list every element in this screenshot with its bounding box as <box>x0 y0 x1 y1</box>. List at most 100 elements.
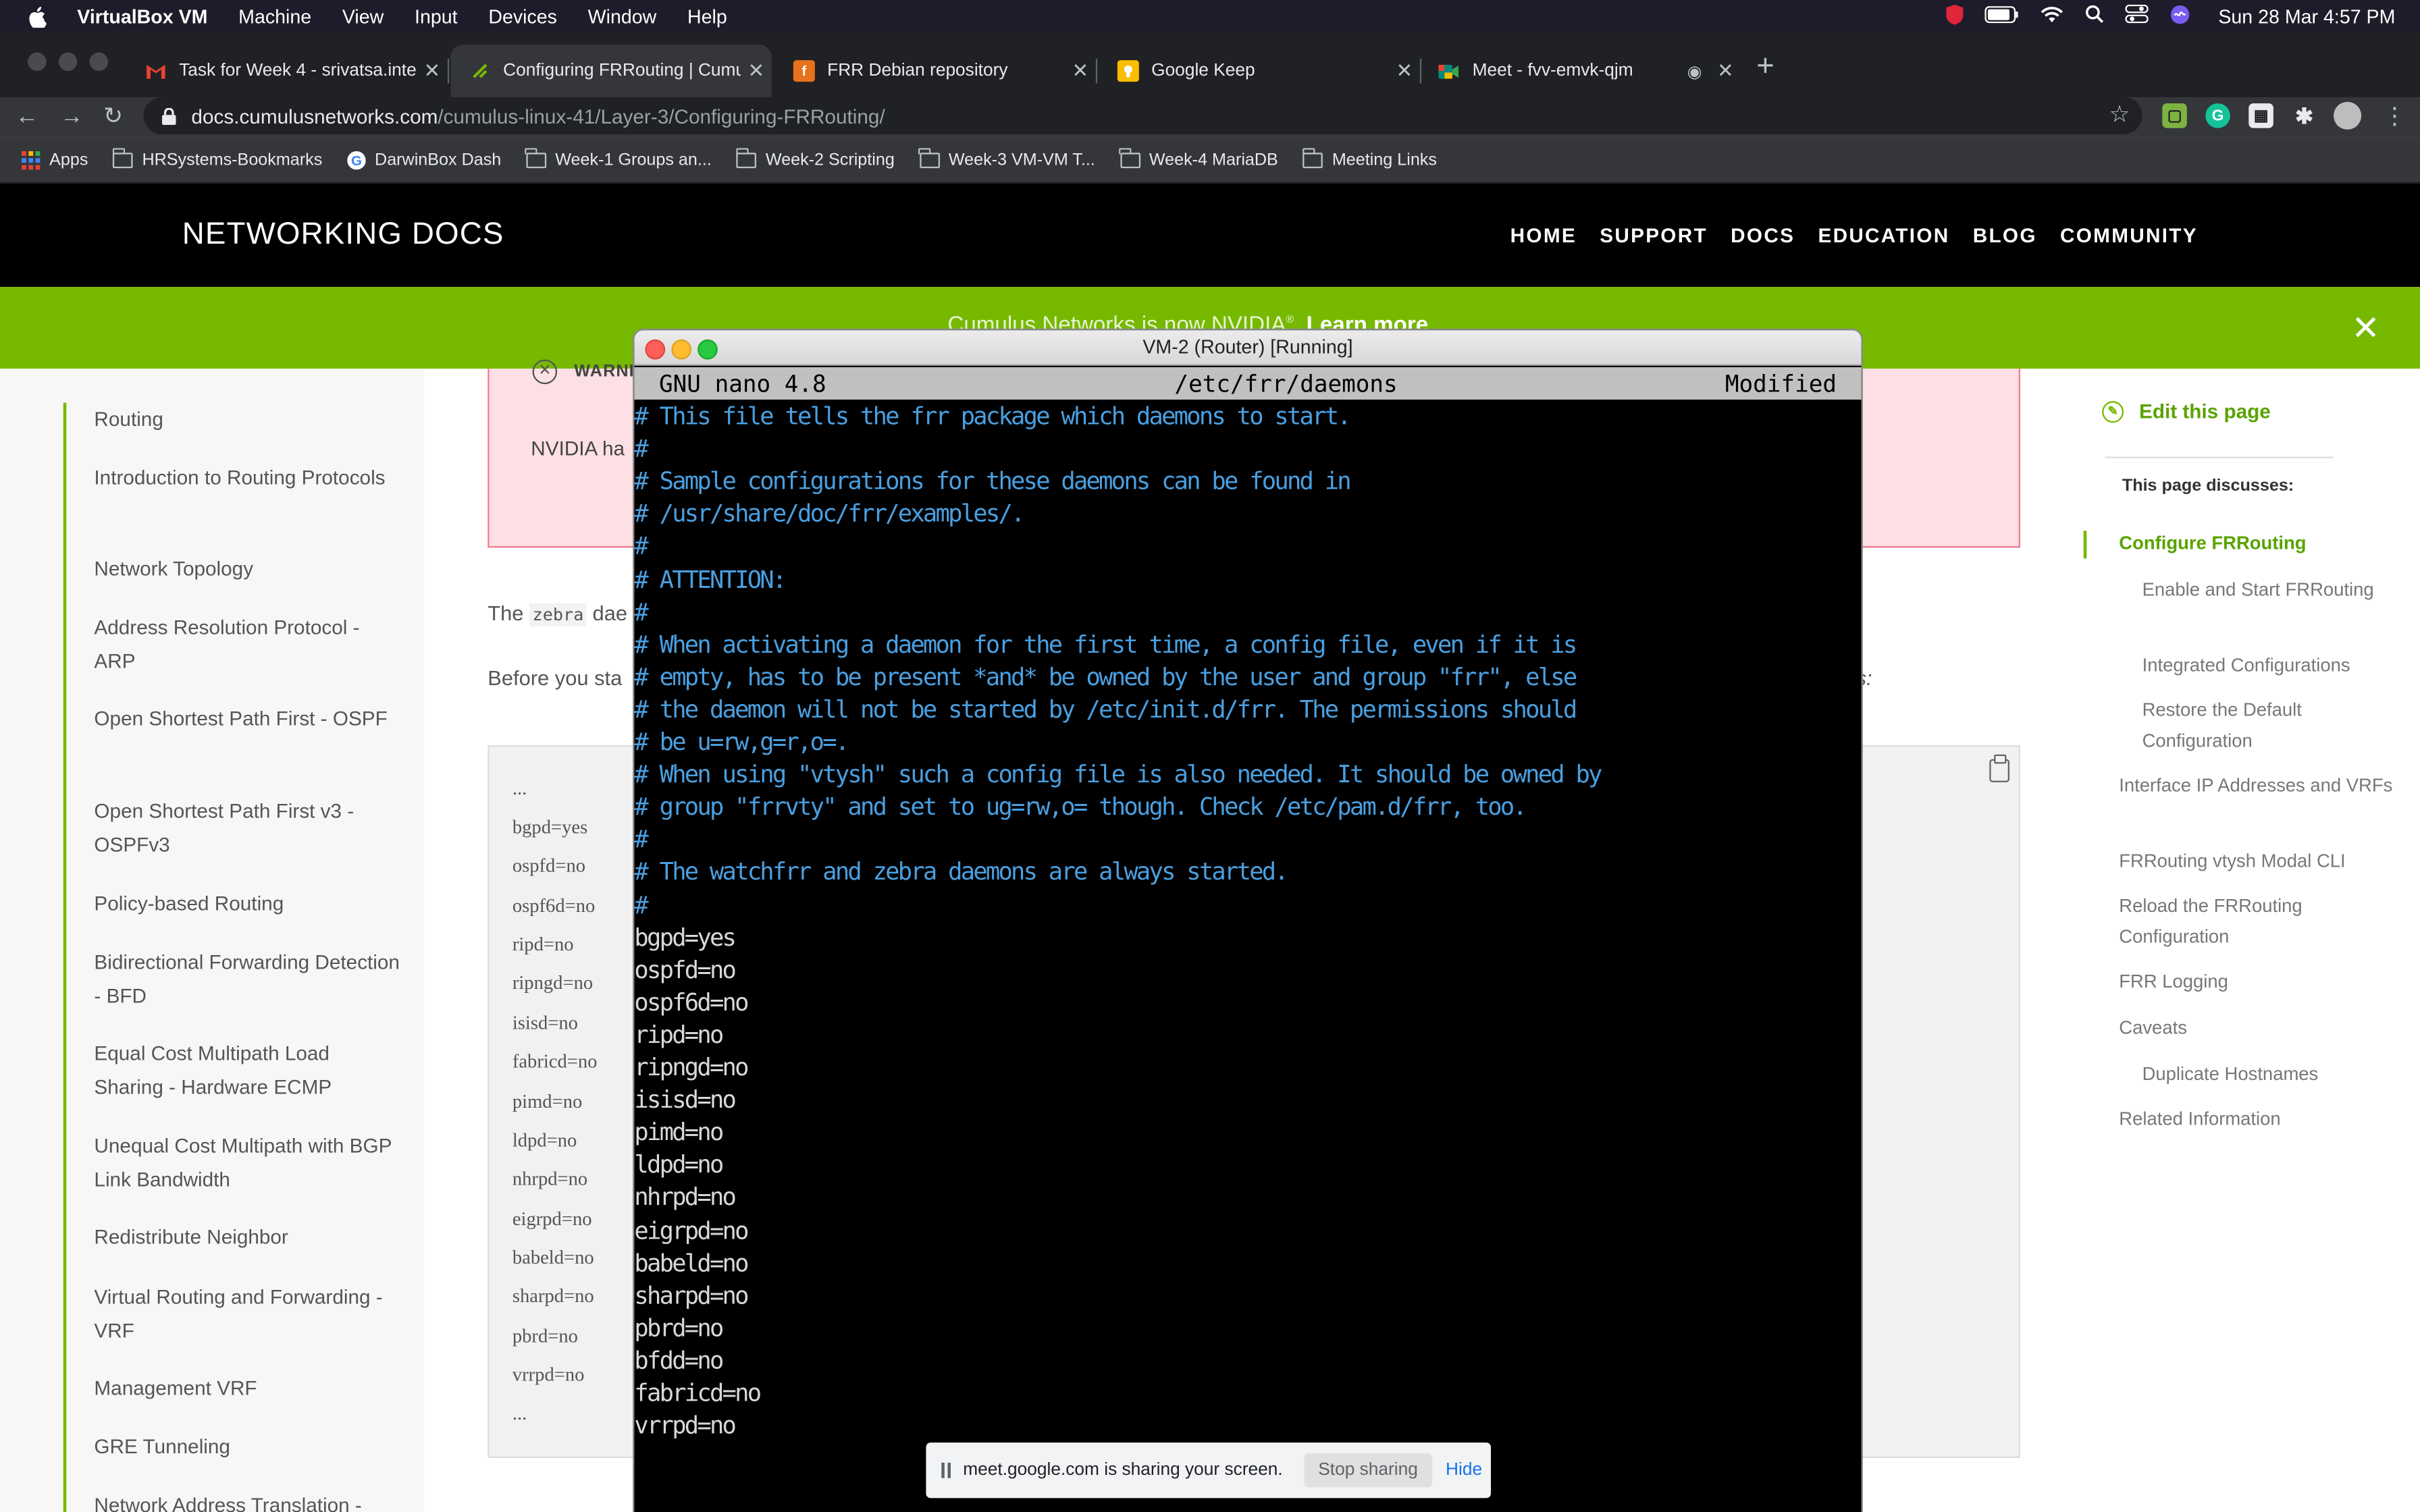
grammarly-icon[interactable]: G <box>2205 103 2230 128</box>
bookmark-folder[interactable]: Week-4 MariaDB <box>1119 147 1278 169</box>
address-bar[interactable]: docs.cumulusnetworks.com/cumulus-linux-4… <box>143 97 2142 134</box>
toc-item[interactable]: Enable and Start FRRouting <box>2142 576 2397 606</box>
close-tab-icon[interactable]: ✕ <box>417 59 448 84</box>
nav-home[interactable]: HOME <box>1510 223 1577 246</box>
wifi-icon[interactable] <box>2041 5 2063 27</box>
toc-item[interactable]: Restore the Default Configuration <box>2142 696 2397 756</box>
browser-tab[interactable]: Google Keep ✕ <box>1099 45 1422 97</box>
nav-support[interactable]: SUPPORT <box>1600 223 1708 246</box>
terminal-line: ldpd=no <box>634 1151 724 1179</box>
bookmark-star-icon[interactable]: ☆ <box>2109 101 2130 128</box>
sidebar-item[interactable]: Virtual Routing and Forwarding - VRF <box>94 1280 402 1347</box>
sidebar-item[interactable]: Routing <box>94 403 402 436</box>
lock-icon[interactable] <box>161 107 176 124</box>
toc-item[interactable]: Related Information <box>2119 1105 2404 1135</box>
close-window-button[interactable] <box>28 52 47 72</box>
nano-status: Modified <box>1725 370 1837 398</box>
close-tab-icon[interactable]: ✕ <box>1389 59 1420 84</box>
menu-view[interactable]: View <box>342 5 384 27</box>
extension-icon[interactable]: ▢ <box>2162 103 2187 128</box>
reload-icon[interactable]: ↻ <box>103 103 123 131</box>
nav-docs[interactable]: DOCS <box>1731 223 1795 246</box>
copy-clipboard-icon[interactable] <box>1989 754 2009 782</box>
qr-code-icon[interactable]: ▦ <box>2248 103 2273 128</box>
menu-devices[interactable]: Devices <box>488 5 557 27</box>
terminal-line: # <box>634 890 648 919</box>
sidebar-item[interactable]: Introduction to Routing Protocols <box>94 461 402 494</box>
sidebar-item[interactable]: GRE Tunneling <box>94 1430 402 1463</box>
sidebar-item[interactable]: Policy-based Routing <box>94 887 402 920</box>
vm-window[interactable]: VM-2 (Router) [Running] GNU nano 4.8 /et… <box>634 330 1862 1512</box>
window-controls <box>28 52 108 72</box>
bookmark-link[interactable]: G DarwinBox Dash <box>346 150 501 169</box>
browser-tab-active[interactable]: Configuring FRRouting | Cumul ✕ <box>450 45 772 97</box>
toc-item[interactable]: Integrated Configurations <box>2142 651 2413 682</box>
browser-menu-icon[interactable]: ⋮ <box>2383 103 2406 131</box>
back-icon[interactable]: ← <box>16 103 38 131</box>
toc-item[interactable]: Reload the FRRouting Configuration <box>2119 892 2382 952</box>
vm-titlebar[interactable]: VM-2 (Router) [Running] <box>634 330 1862 366</box>
toc-item[interactable]: Duplicate Hostnames <box>2142 1060 2420 1090</box>
browser-tab[interactable]: Meet - fvv-emvk-qjm ◉ ✕ <box>1420 45 1741 97</box>
nav-community[interactable]: COMMUNITY <box>2060 223 2198 246</box>
bookmark-folder[interactable]: Week-2 Scripting <box>735 147 895 169</box>
menubar-clock[interactable]: Sun 28 Mar 4:57 PM <box>2218 5 2395 27</box>
menu-input[interactable]: Input <box>415 5 458 27</box>
apple-icon[interactable] <box>28 5 49 27</box>
forward-icon[interactable]: → <box>60 103 83 131</box>
url-path: /cumulus-linux-41/Layer-3/Configuring-FR… <box>438 104 885 128</box>
drag-handle-icon[interactable] <box>941 1462 951 1478</box>
toc-item[interactable]: FRR Logging <box>2119 967 2404 998</box>
terminal-line: babeld=no <box>634 1249 749 1277</box>
edit-page-link[interactable]: ✎ Edit this page <box>2102 400 2271 423</box>
control-center-icon[interactable] <box>2126 4 2149 28</box>
bookmark-folder[interactable]: Week-1 Groups an... <box>525 147 712 169</box>
extensions-puzzle-icon[interactable]: ✱ <box>2292 103 2317 128</box>
nav-blog[interactable]: BLOG <box>1973 223 2037 246</box>
cumulus-icon <box>469 60 491 82</box>
menu-help[interactable]: Help <box>687 5 727 27</box>
toc-item-active[interactable]: Configure FRRouting <box>2119 529 2404 560</box>
code-line: ripd=no <box>512 933 574 955</box>
menu-window[interactable]: Window <box>588 5 657 27</box>
close-tab-icon[interactable]: ✕ <box>741 59 772 84</box>
nav-education[interactable]: EDUCATION <box>1818 223 1949 246</box>
toc-item[interactable]: FRRouting vtysh Modal CLI <box>2119 847 2404 878</box>
new-tab-icon[interactable]: + <box>1756 51 1774 82</box>
hide-button[interactable]: Hide <box>1446 1461 1482 1480</box>
browser-tab[interactable]: f FRR Debian repository ✕ <box>774 45 1098 97</box>
sidebar-item[interactable]: Open Shortest Path First v3 - OSPFv3 <box>94 794 402 861</box>
site-logo[interactable]: NETWORKING DOCS <box>182 217 504 253</box>
menu-machine[interactable]: Machine <box>238 5 311 27</box>
bookmark-folder[interactable]: HRSystems-Bookmarks <box>112 147 322 169</box>
toc-item[interactable]: Interface IP Addresses and VRFs <box>2119 772 2396 802</box>
bookmark-apps[interactable]: Apps <box>21 150 88 169</box>
close-banner-icon[interactable]: ✕ <box>2351 311 2379 346</box>
sidebar-item[interactable]: Equal Cost Multipath Load Sharing - Hard… <box>94 1037 402 1103</box>
sidebar-item[interactable]: Management VRF <box>94 1372 402 1405</box>
code-line: pbrd=no <box>512 1325 578 1347</box>
minimize-window-button[interactable] <box>58 52 78 72</box>
sidebar-item[interactable]: Bidirectional Forwarding Detection - BFD <box>94 946 402 1012</box>
sidebar-item[interactable]: Open Shortest Path First - OSPF <box>94 702 402 735</box>
battery-icon[interactable] <box>1985 5 2019 27</box>
browser-tab[interactable]: Task for Week 4 - srivatsa.inte ✕ <box>126 45 450 97</box>
stop-sharing-button[interactable]: Stop sharing <box>1304 1453 1432 1488</box>
siri-icon[interactable] <box>2170 4 2190 29</box>
sidebar-item[interactable]: Redistribute Neighbor <box>94 1220 402 1253</box>
zoom-window-button[interactable] <box>89 52 108 72</box>
close-tab-icon[interactable]: ✕ <box>1710 59 1741 84</box>
sidebar-item[interactable]: Unequal Cost Multipath with BGP Link Ban… <box>94 1129 402 1195</box>
sidebar-item[interactable]: Network Topology <box>94 552 402 585</box>
sidebar-item[interactable]: Address Resolution Protocol - ARP <box>94 611 402 677</box>
sidebar-item[interactable]: Network Address Translation - <box>94 1489 402 1512</box>
profile-avatar[interactable] <box>2333 101 2362 130</box>
bookmark-folder[interactable]: Meeting Links <box>1302 147 1437 169</box>
spotlight-search-icon[interactable] <box>2086 5 2104 28</box>
close-tab-icon[interactable]: ✕ <box>1065 59 1096 84</box>
toc-item[interactable]: Caveats <box>2119 1014 2404 1044</box>
share-message: meet.google.com is sharing your screen. <box>963 1461 1283 1480</box>
app-menu[interactable]: VirtualBox VM <box>77 5 207 27</box>
mcafee-shield-icon[interactable] <box>1947 3 1964 29</box>
bookmark-folder[interactable]: Week-3 VM-VM T... <box>918 147 1095 169</box>
